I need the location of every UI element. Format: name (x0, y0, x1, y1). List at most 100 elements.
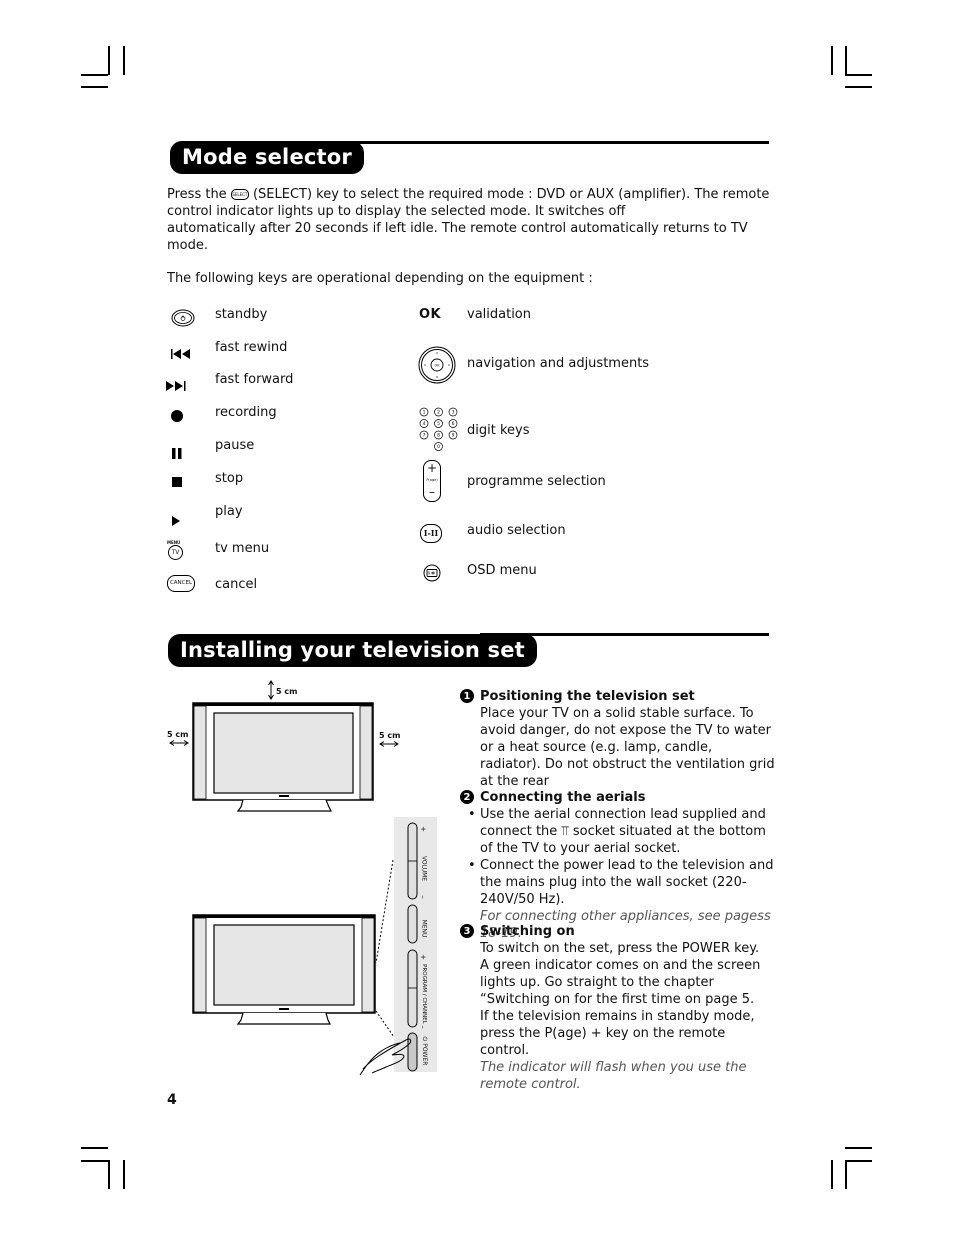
step-number: 2 (460, 790, 474, 804)
step-title: Switching on (480, 924, 575, 939)
step-bullet: Connect the power lead to the television… (468, 857, 775, 908)
clearance-left-label: 5 cm (167, 730, 189, 739)
svg-text:0: 0 (437, 444, 440, 450)
key-label-audio: audio selection (467, 523, 566, 538)
digit-key-2: 2 (434, 407, 443, 417)
side-panel-labels: + VOLUME – MENU + PROGRAM / CHANNEL – ⏻ … (418, 823, 432, 1073)
svg-text:6: 6 (452, 421, 455, 427)
ok-icon: OK (419, 307, 442, 322)
key-label-tv-menu: tv menu (215, 541, 270, 556)
section-title-mode-selector: Mode selector (170, 141, 364, 174)
svg-text:7: 7 (423, 433, 426, 439)
plus-icon: + (426, 461, 438, 475)
key-label-navigation: navigation and adjustments (467, 356, 650, 371)
key-label-fast-rewind: fast rewind (215, 340, 288, 355)
audio-select-icon: I-II (420, 524, 442, 543)
volume-plus-label: + (418, 826, 427, 832)
section-rule (340, 141, 769, 144)
intro-text: mode. (167, 238, 208, 253)
step-bullet: Use the aerial connection lead supplied … (468, 806, 775, 857)
crop-mark (81, 1160, 108, 1162)
crop-mark (845, 74, 872, 76)
standby-icon (171, 309, 195, 331)
key-label-programme: programme selection (467, 474, 606, 489)
cancel-icon: CANCEL (167, 575, 195, 592)
tv-menu-icon: MENU TV (167, 540, 185, 560)
key-label-digit-keys: digit keys (467, 423, 530, 438)
crop-mark (845, 1147, 872, 1149)
crop-mark (108, 1160, 110, 1189)
program-minus-label: – (418, 1025, 427, 1029)
digit-key-5: 5 (434, 419, 443, 428)
svg-text:1: 1 (423, 410, 426, 416)
digit-key-1: 1 (419, 407, 429, 417)
step-text: Place your TV on a solid stable surface.… (480, 706, 775, 789)
key-label-standby: standby (215, 307, 268, 322)
record-icon (171, 410, 183, 422)
intro-text: Press the (167, 187, 227, 202)
tv-clearance-diagram: 5 cm 5 cm 5 cm (163, 678, 413, 817)
step-text: To switch on the set, press the POWER ke… (480, 941, 761, 1058)
step-number: 3 (460, 924, 474, 938)
clearance-right-label: 5 cm (379, 731, 401, 740)
step-aerials: 2 Connecting the aerials Use the aerial … (460, 789, 775, 942)
svg-text:4: 4 (423, 421, 426, 427)
crop-mark (845, 1160, 847, 1189)
digit-key-6: 6 (448, 419, 458, 428)
crop-mark (123, 46, 125, 75)
volume-label: VOLUME (420, 855, 428, 882)
digit-keys-icon: 1 2 3 4 5 6 7 8 9 0 (418, 407, 462, 457)
minus-icon: – (429, 485, 435, 499)
key-label-recording: recording (215, 405, 277, 420)
menu-label: MENU (420, 919, 428, 938)
digit-key-7: 7 (419, 430, 429, 440)
svg-text:OK: OK (434, 364, 440, 368)
key-label-fast-forward: fast forward (215, 372, 294, 387)
intro-text: control indicator lights up to display t… (167, 204, 626, 219)
intro-text: automatically after 20 seconds if left i… (167, 221, 748, 236)
crop-mark (108, 46, 110, 75)
programme-rocker-icon: + P(age) – (423, 460, 441, 502)
clearance-top-label: 5 cm (276, 687, 298, 696)
page-number: 4 (167, 1092, 177, 1108)
tv-controls-diagram: + VOLUME – MENU + PROGRAM / CHANNEL – ⏻ … (160, 815, 440, 1084)
svg-text:3: 3 (452, 410, 455, 416)
program-channel-label: PROGRAM / CHANNEL (421, 964, 427, 1024)
page-label: P(age) (426, 478, 438, 482)
osd-menu-icon (423, 564, 441, 586)
navigation-pad-icon: OK (418, 346, 456, 388)
step-title: Positioning the television set (480, 689, 695, 704)
mode-selector-intro: Press the SELECT (SELECT) key to select … (167, 186, 772, 254)
fast-forward-icon (166, 377, 186, 396)
crop-mark (81, 74, 108, 76)
digit-key-8: 8 (434, 430, 443, 440)
digit-key-4: 4 (419, 419, 429, 428)
section-title-installing: Installing your television set (168, 634, 537, 667)
crop-mark (831, 1160, 833, 1189)
svg-text:9: 9 (452, 433, 455, 439)
volume-minus-label: – (418, 895, 427, 899)
pause-icon (172, 444, 182, 463)
power-label: ⏻ POWER (421, 1036, 428, 1066)
step-positioning: 1 Positioning the television set Place y… (460, 688, 775, 790)
digit-key-0: 0 (434, 442, 443, 451)
crop-mark (81, 86, 108, 88)
key-label-validation: validation (467, 307, 532, 322)
crop-mark (845, 86, 872, 88)
svg-text:2: 2 (437, 410, 440, 416)
keys-intro: The following keys are operational depen… (167, 271, 593, 286)
step-note: The indicator will flash when you use th… (480, 1060, 747, 1092)
crop-mark (845, 46, 847, 75)
step-number: 1 (460, 689, 474, 703)
fast-rewind-icon (171, 345, 191, 364)
step-title: Connecting the aerials (480, 790, 646, 805)
stop-icon (172, 477, 182, 487)
svg-text:5: 5 (437, 421, 440, 427)
step-switching-on: 3 Switching on To switch on the set, pre… (460, 923, 765, 1093)
key-label-osd: OSD menu (467, 563, 537, 578)
digit-key-3: 3 (448, 407, 458, 417)
select-key-icon: SELECT (230, 189, 249, 200)
tv-menu-icon-tv: TV (168, 545, 183, 560)
key-label-cancel: cancel (215, 577, 258, 592)
intro-text: (SELECT) key to select the required mode… (252, 187, 770, 202)
